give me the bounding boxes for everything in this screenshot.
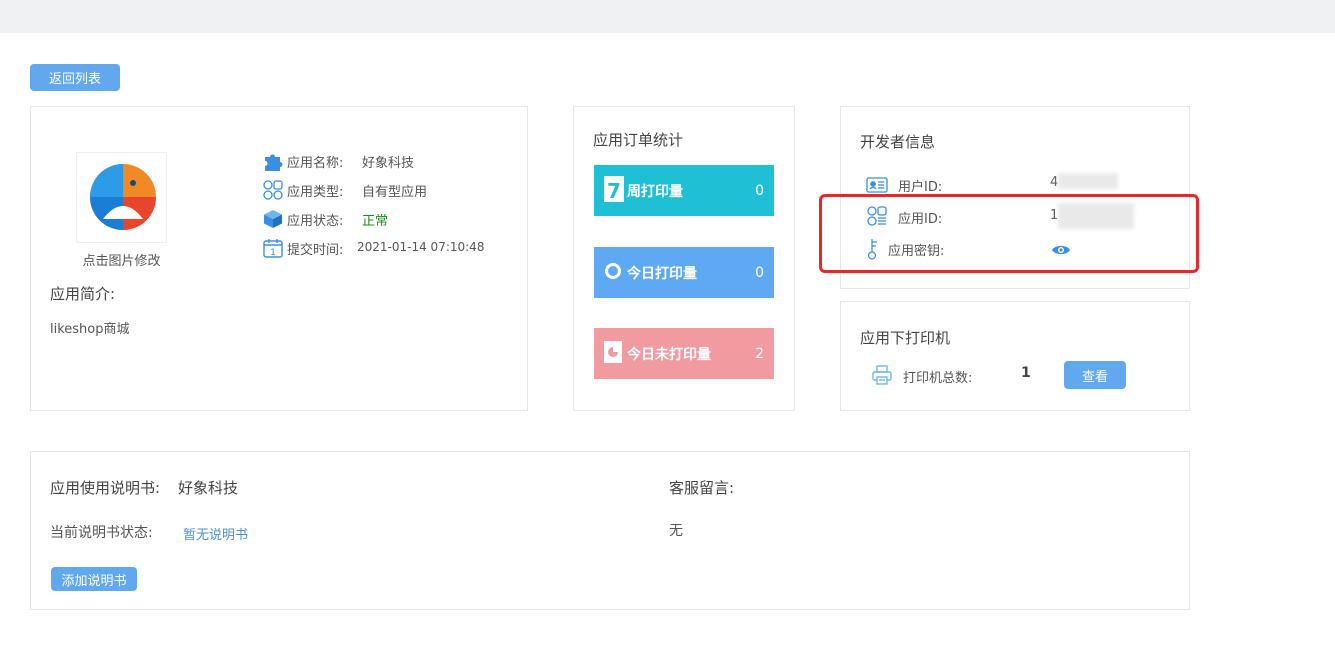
order-stats-card: 应用订单统计 7 周打印量 0 今日打印量 0 今日未打印量 2 xyxy=(573,106,795,411)
printer-total-label: 打印机总数: xyxy=(903,371,973,386)
stat-value: 0 xyxy=(755,182,764,199)
app-name-label: 应用名称: xyxy=(287,156,344,171)
stat-weekly-prints[interactable]: 7 周打印量 0 xyxy=(594,165,774,216)
manual-status-label: 当前说明书状态: xyxy=(50,525,153,541)
calendar-7-icon: 7 xyxy=(604,175,624,206)
app-intro-label: 应用简介: xyxy=(50,285,116,303)
printer-icon xyxy=(871,364,893,390)
app-logo-icon xyxy=(90,164,156,230)
highlight-box xyxy=(819,194,1199,273)
manual-title-value: 好象科技 xyxy=(178,479,239,497)
pie-icon xyxy=(604,340,622,367)
order-stats-title: 应用订单统计 xyxy=(593,131,684,149)
add-manual-button[interactable]: 添加说明书 xyxy=(51,567,137,591)
stat-today-unprinted[interactable]: 今日未打印量 2 xyxy=(594,328,774,379)
printer-total-value: 1 xyxy=(1021,365,1031,381)
top-bar xyxy=(0,0,1335,33)
printers-card: 应用下打印机 打印机总数: 1 查看 xyxy=(840,301,1190,411)
submit-time-label: 提交时间: xyxy=(287,243,344,258)
printers-title: 应用下打印机 xyxy=(860,329,951,347)
dot-icon xyxy=(604,262,622,284)
manual-title-label: 应用使用说明书: xyxy=(50,479,161,497)
view-printers-button[interactable]: 查看 xyxy=(1064,361,1126,389)
app-logo[interactable] xyxy=(76,152,167,243)
app-type-value: 自有型应用 xyxy=(362,185,428,200)
app-info-card: 点击图片修改 应用名称: 好象科技 应用类型: 自有型应用 应用状态: 正常 1… xyxy=(30,106,528,411)
developer-info-title: 开发者信息 xyxy=(860,133,936,151)
puzzle-icon xyxy=(262,151,284,171)
app-status-label: 应用状态: xyxy=(287,214,344,229)
user-id-label: 用户ID: xyxy=(898,180,943,195)
user-id-mask xyxy=(1058,173,1118,189)
stat-label: 周打印量 xyxy=(627,183,683,200)
manual-card: 应用使用说明书: 好象科技 当前说明书状态: 暂无说明书 添加说明书 客服留言:… xyxy=(30,451,1190,610)
stat-today-prints[interactable]: 今日打印量 0 xyxy=(594,247,774,298)
svg-text:7: 7 xyxy=(607,179,621,202)
stat-label: 今日未打印量 xyxy=(627,346,711,363)
submit-time-value: 2021-01-14 07:10:48 xyxy=(357,240,485,254)
stat-label: 今日打印量 xyxy=(627,265,697,282)
app-type-icon xyxy=(262,179,284,201)
stat-value: 2 xyxy=(755,345,764,362)
cube-icon xyxy=(262,208,284,230)
logo-caption[interactable]: 点击图片修改 xyxy=(69,250,174,269)
app-status-value: 正常 xyxy=(362,214,389,229)
calendar-icon: 1 xyxy=(262,237,284,259)
svg-text:1: 1 xyxy=(270,248,276,258)
app-name-value: 好象科技 xyxy=(362,156,415,171)
manual-status-value[interactable]: 暂无说明书 xyxy=(183,524,248,543)
app-intro-value: likeshop商城 xyxy=(50,322,130,337)
stat-value: 0 xyxy=(755,264,764,281)
service-message-value: 无 xyxy=(669,523,683,539)
app-type-label: 应用类型: xyxy=(287,185,344,200)
back-to-list-button[interactable]: 返回列表 xyxy=(30,64,120,91)
service-message-label: 客服留言: xyxy=(669,479,735,497)
